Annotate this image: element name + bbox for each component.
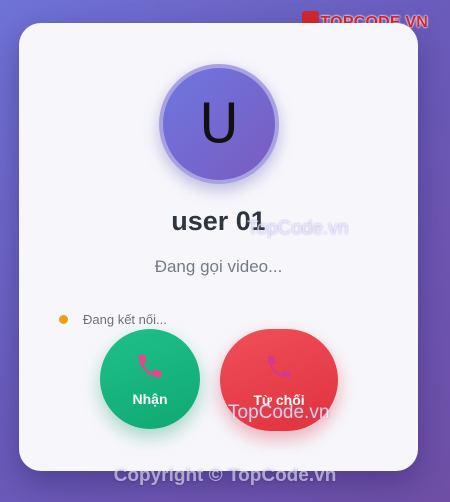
connection-label: Đang kết nối... [83, 312, 167, 327]
avatar-ring: U [159, 64, 279, 184]
watermark: TopCode.vn [247, 218, 349, 239]
page-background: TOPCODE.VN U user 01 Đang gọi video... Đ… [0, 0, 450, 502]
caller-name: user 01 [171, 206, 266, 236]
avatar: U [163, 68, 275, 180]
watermark: TopCode.vn [228, 402, 330, 423]
phone-icon [267, 355, 291, 379]
copyright-footer: Copyright © TopCode.vn [113, 465, 337, 486]
connection-indicator-dot [59, 315, 68, 324]
incoming-call-card: U user 01 Đang gọi video... Đang kết nối… [19, 23, 418, 471]
phone-icon [138, 354, 162, 378]
connection-status: Đang kết nối... [59, 312, 167, 327]
accept-call-button[interactable]: Nhận [100, 329, 200, 429]
call-status: Đang gọi video... [154, 257, 283, 276]
accept-button-label: Nhận [132, 391, 168, 407]
avatar-initial: U [199, 92, 239, 155]
